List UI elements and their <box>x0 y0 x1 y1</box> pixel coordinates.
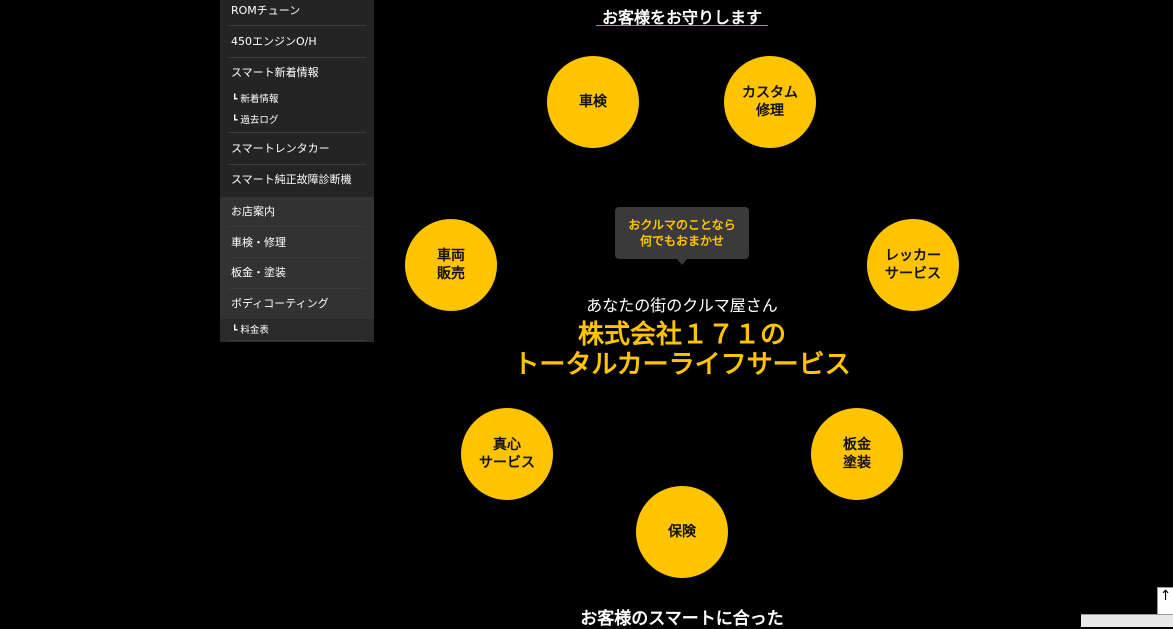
tagline: あなたの街のクルマ屋さん <box>586 296 778 315</box>
circle-label-line1: 板金 <box>843 437 871 453</box>
circle-label-line2: 修理 <box>756 103 784 119</box>
speech-bubble-line1: おクルマのことなら <box>628 218 736 232</box>
divider <box>228 226 366 227</box>
service-circle-sheet-metal-paint[interactable]: 板金 塗装 <box>811 408 903 500</box>
speech-bubble-tail <box>677 259 687 265</box>
circle-label-line1: 車検 <box>579 94 607 110</box>
circle-label-line2: 販売 <box>437 266 465 282</box>
arrow-up-icon: ↑ <box>1159 588 1172 604</box>
circle-label-line1: カスタム <box>742 85 798 101</box>
service-circle-custom-repair[interactable]: カスタム 修理 <box>724 56 816 148</box>
speech-bubble-line2: 何でもおまかせ <box>639 234 724 248</box>
sidebar-item-diagnostic[interactable]: スマート純正故障診断機 <box>220 173 374 187</box>
divider <box>228 57 366 58</box>
circle-label-line1: 保険 <box>668 524 696 540</box>
speech-bubble: おクルマのことなら 何でもおまかせ <box>615 207 749 259</box>
service-title: トータルカーライフサービス <box>513 350 851 380</box>
sidebar-subitem-news[interactable]: ┗ 新着情報 <box>220 93 374 107</box>
divider <box>228 257 366 258</box>
sidebar-menu: ROMチューン 450エンジンO/H スマート新着情報 ┗ 新着情報 ┗ 過去ログ … <box>220 0 374 342</box>
divider <box>228 340 366 341</box>
circle-label-line1: レッカー <box>885 248 941 264</box>
next-section-heading: お客様のスマートに合った <box>580 609 784 629</box>
circle-label-line2: サービス <box>479 455 535 471</box>
service-circle-vehicle-sales[interactable]: 車両 販売 <box>405 219 497 311</box>
sidebar-subitem-archive[interactable]: ┗ 過去ログ <box>220 114 374 128</box>
circle-label-line2: 塗装 <box>843 455 871 471</box>
service-circle-tow[interactable]: レッカー サービス <box>867 219 959 311</box>
sidebar-item-inspection-repair[interactable]: 車検・修理 <box>220 236 374 250</box>
sidebar-subitem-price-list[interactable]: ┗ 料金表 <box>220 324 374 338</box>
browser-status-bar <box>1081 614 1173 627</box>
circle-label-line1: 車両 <box>437 248 465 264</box>
sidebar-item-engine-oh[interactable]: 450エンジンO/H <box>220 35 374 49</box>
scroll-to-top-button[interactable]: ↑ <box>1157 587 1173 615</box>
service-circle-insurance[interactable]: 保険 <box>636 486 728 578</box>
sidebar-item-shop-info[interactable]: お店案内 <box>220 205 374 219</box>
sub-arrow-icon: ┗ <box>232 326 238 336</box>
heading-underline <box>596 25 768 26</box>
sidebar-item-smart-news[interactable]: スマート新着情報 <box>220 66 374 80</box>
sidebar-item-rental[interactable]: スマートレンタカー <box>220 142 374 156</box>
circle-label-line2: サービス <box>885 266 941 282</box>
divider <box>228 164 366 165</box>
sidebar-item-body-coating[interactable]: ボディコーティング <box>220 297 374 311</box>
divider <box>228 132 366 133</box>
divider <box>228 288 366 289</box>
sub-arrow-icon: ┗ <box>232 95 238 105</box>
service-circle-inspection[interactable]: 車検 <box>547 56 639 148</box>
sidebar-item-sheet-metal[interactable]: 板金・塗装 <box>220 266 374 280</box>
sidebar-item-rom-tune[interactable]: ROMチューン <box>220 4 374 18</box>
divider <box>228 25 366 26</box>
service-circle-sincere-service[interactable]: 真心 サービス <box>461 408 553 500</box>
circle-label-line1: 真心 <box>493 437 521 453</box>
sub-arrow-icon: ┗ <box>232 116 238 126</box>
